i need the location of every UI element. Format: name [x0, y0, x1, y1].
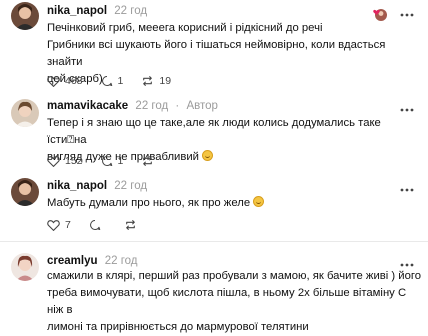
timestamp: 22 год: [114, 5, 148, 17]
reply-button[interactable]: 1: [101, 75, 124, 87]
avatar[interactable]: [11, 178, 39, 206]
username[interactable]: nika_napol: [47, 180, 107, 192]
like-button[interactable]: 7: [47, 219, 71, 231]
comment-line: Тепер і я знаю що це таке,але як люди ко…: [47, 117, 381, 146]
repost-icon: [143, 76, 153, 86]
like-button[interactable]: 468: [47, 75, 83, 87]
username[interactable]: nika_napol: [47, 5, 107, 17]
comment-text: смажили в клярі, перший раз пробували з …: [47, 268, 423, 336]
comment-line: Мабуть думали про нього, як про желе: [47, 197, 251, 209]
reply-count: 1: [117, 155, 124, 167]
repost-button[interactable]: [141, 155, 159, 167]
comment-line: смажили в клярі, перший раз пробували з …: [47, 270, 422, 282]
comment-actions: 468 1 19: [47, 75, 189, 87]
timestamp: 22 год: [135, 100, 169, 112]
heart-icon: [47, 156, 60, 167]
avatar[interactable]: [11, 2, 39, 30]
comment-icon: [101, 156, 112, 166]
reply-button[interactable]: [89, 219, 106, 231]
avatar[interactable]: [11, 253, 39, 281]
comment-header: nika_napol 22 год: [47, 5, 147, 17]
like-button[interactable]: 152: [47, 155, 83, 167]
comment-line: лимоні та прирівнюється до мармурової те…: [47, 321, 309, 333]
heart-icon: [47, 76, 60, 87]
repost-count: 19: [159, 75, 172, 87]
comment-4: creamlyu 22 год смажили в клярі, перший …: [0, 250, 428, 333]
separator-dot: ·: [175, 100, 180, 112]
thread-separator: [0, 241, 428, 242]
repost-button[interactable]: [124, 219, 142, 231]
reply-button[interactable]: 1: [101, 155, 124, 167]
heart-icon: [47, 220, 60, 231]
comment-header: creamlyu 22 год: [47, 255, 138, 267]
comment-actions: 152 1: [47, 155, 177, 167]
comment-actions: 7: [47, 219, 160, 231]
timestamp: 22 год: [114, 180, 148, 192]
avatar-photo: [11, 178, 39, 206]
comment-2: mamavikacake 22 год · Автор Тепер і я зн…: [0, 95, 428, 170]
comment-icon: [89, 220, 101, 230]
avatar-photo: [11, 99, 39, 127]
author-badge: Автор: [186, 100, 218, 112]
comment-header: nika_napol 22 год: [47, 180, 147, 192]
username[interactable]: creamlyu: [47, 255, 98, 267]
reply-count: 1: [117, 75, 124, 87]
timestamp: 22 год: [104, 255, 138, 267]
like-count: 152: [65, 155, 83, 167]
embarrassed-face-emoji: [202, 150, 214, 161]
like-count: 7: [65, 219, 71, 231]
comment-text: Мабуть думали про нього, як про желе: [47, 195, 419, 212]
comment-line: Грибники всі шукають його і тішаться ней…: [47, 39, 386, 68]
comment-header: mamavikacake 22 год · Автор: [47, 100, 218, 112]
username[interactable]: mamavikacake: [47, 100, 128, 112]
comment-1: nika_napol 22 год Печінковий гриб, меeег…: [0, 0, 428, 100]
avatar-photo: [11, 2, 39, 30]
repost-icon: [143, 156, 153, 166]
comment-3: nika_napol 22 год Мабуть думали про ньог…: [0, 175, 428, 235]
comment-icon: [101, 76, 112, 86]
avatar[interactable]: [11, 99, 39, 127]
grinning-face-emoji: [253, 196, 265, 207]
repost-icon: [126, 220, 135, 230]
repost-button[interactable]: 19: [141, 75, 171, 87]
like-count: 468: [65, 75, 83, 87]
avatar-photo: [11, 253, 39, 281]
comment-line-with-emoji: Мабуть думали про нього, як про желе: [47, 195, 419, 212]
comment-line: Печінковий гриб, меeега корисний і рідкі…: [47, 22, 323, 34]
